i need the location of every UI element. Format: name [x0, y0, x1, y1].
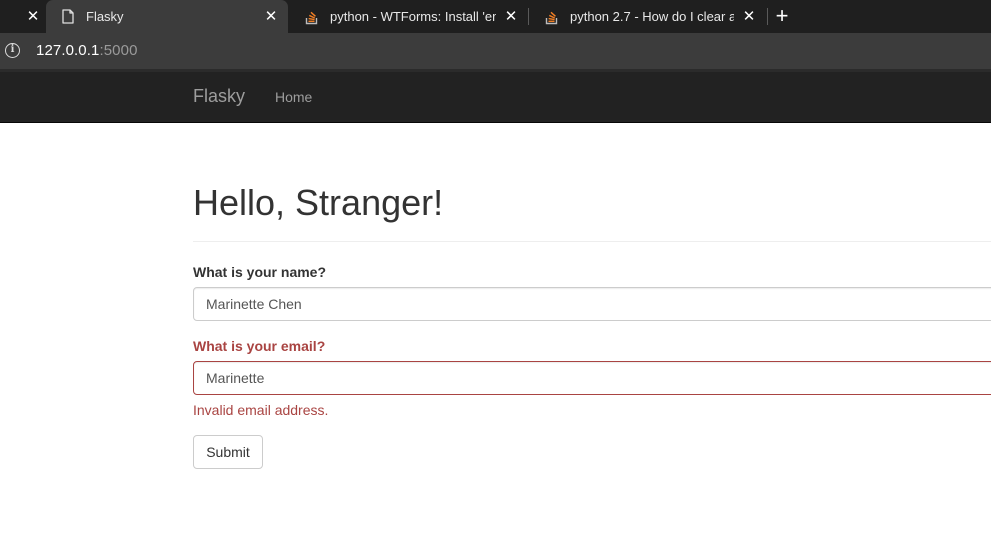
address-bar[interactable]: i 127.0.0.1:5000 [0, 33, 991, 69]
url-text[interactable]: 127.0.0.1:5000 [36, 42, 138, 59]
stackoverflow-icon [304, 9, 320, 25]
new-tab-button[interactable]: + [772, 5, 792, 27]
stackoverflow-icon [544, 9, 560, 25]
close-icon[interactable]: ✕ [502, 8, 520, 26]
email-input[interactable] [193, 361, 991, 395]
name-input[interactable] [193, 287, 991, 321]
url-host: 127.0.0.1 [36, 42, 100, 59]
tab-separator [767, 8, 768, 25]
email-error-message: Invalid email address. [193, 402, 329, 418]
browser-tab-strip: ✕ Flasky ✕ python - WTForms: Install 'em… [0, 0, 991, 33]
tab-title: python 2.7 - How do I clear a fla [570, 9, 734, 24]
close-icon[interactable]: ✕ [262, 8, 280, 26]
page-icon [60, 9, 76, 25]
submit-button[interactable]: Submit [193, 435, 263, 469]
url-port: :5000 [99, 42, 138, 59]
tab-title: Flasky [86, 9, 124, 24]
tab-title: python - WTForms: Install 'email [330, 9, 496, 24]
page-header: Hello, Stranger! [193, 181, 991, 242]
nav-link-home[interactable]: Home [275, 89, 312, 105]
info-icon[interactable]: i [5, 43, 20, 58]
tab-separator [528, 8, 529, 25]
navbar-brand[interactable]: Flasky [193, 86, 245, 107]
tab-clear-flash[interactable]: python 2.7 - How do I clear a fla ✕ [530, 0, 766, 33]
site-navbar: Flasky Home [0, 72, 991, 123]
close-icon[interactable]: ✕ [24, 8, 42, 26]
tab-flasky[interactable]: Flasky ✕ [46, 0, 288, 33]
email-label: What is your email? [193, 338, 326, 354]
name-label: What is your name? [193, 264, 327, 280]
tab-wtforms[interactable]: python - WTForms: Install 'email ✕ [290, 0, 528, 33]
close-icon[interactable]: ✕ [740, 8, 758, 26]
page-title: Hello, Stranger! [193, 182, 444, 223]
